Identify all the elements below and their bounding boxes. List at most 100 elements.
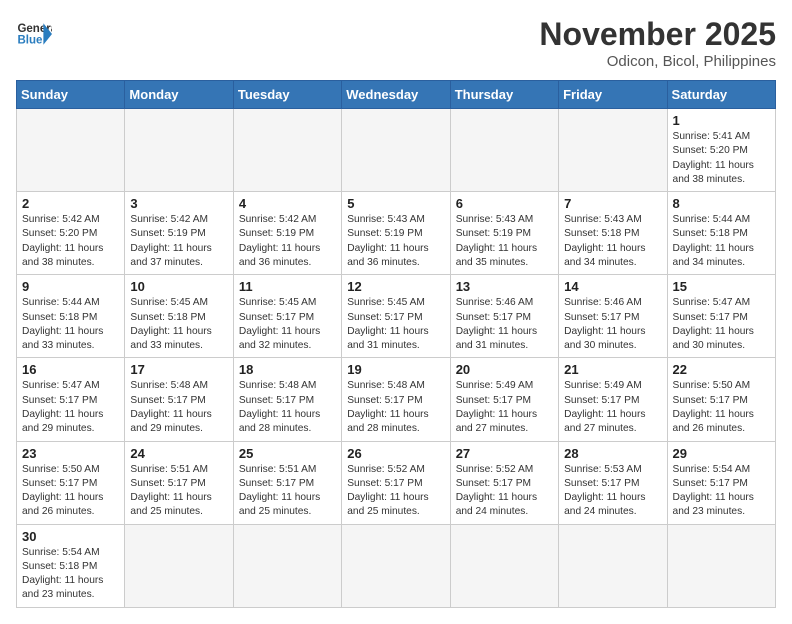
day-number: 4 xyxy=(239,196,336,211)
day-info: Sunrise: 5:46 AM Sunset: 5:17 PM Dayligh… xyxy=(564,296,661,353)
calendar-day-cell: 6Sunrise: 5:43 AM Sunset: 5:19 PM Daylig… xyxy=(450,192,558,275)
day-number: 8 xyxy=(673,196,770,211)
day-number: 7 xyxy=(564,196,661,211)
day-info: Sunrise: 5:47 AM Sunset: 5:17 PM Dayligh… xyxy=(673,296,770,353)
calendar-day-cell: 22Sunrise: 5:50 AM Sunset: 5:17 PM Dayli… xyxy=(667,358,775,441)
day-info: Sunrise: 5:48 AM Sunset: 5:17 PM Dayligh… xyxy=(347,379,444,436)
title-area: November 2025 Odicon, Bicol, Philippines xyxy=(539,16,776,70)
day-number: 28 xyxy=(564,446,661,461)
day-info: Sunrise: 5:50 AM Sunset: 5:17 PM Dayligh… xyxy=(22,463,119,520)
day-number: 29 xyxy=(673,446,770,461)
col-thursday: Thursday xyxy=(450,81,558,109)
calendar-day-cell: 23 Sunrise: 5:50 AM Sunset: 5:17 PM Dayli… xyxy=(17,441,125,524)
day-info: Sunrise: 5:42 AM Sunset: 5:20 PM Dayligh… xyxy=(22,213,119,270)
calendar-day-cell: 20Sunrise: 5:49 AM Sunset: 5:17 PM Dayli… xyxy=(450,358,558,441)
col-friday: Friday xyxy=(559,81,667,109)
day-number: 24 xyxy=(130,446,227,461)
calendar-day-cell: 17 Sunrise: 5:48 AM Sunset: 5:17 PM Dayli… xyxy=(125,358,233,441)
calendar-day-cell xyxy=(559,524,667,607)
calendar-day-cell: 11 Sunrise: 5:45 AM Sunset: 5:17 PM Dayli… xyxy=(233,275,341,358)
calendar-day-cell xyxy=(559,109,667,192)
col-saturday: Saturday xyxy=(667,81,775,109)
calendar-day-cell: 4 Sunrise: 5:42 AM Sunset: 5:19 PM Daylig… xyxy=(233,192,341,275)
day-number: 5 xyxy=(347,196,444,211)
day-info: Sunrise: 5:42 AM Sunset: 5:19 PM Dayligh… xyxy=(239,213,336,270)
calendar-day-cell: 30 Sunrise: 5:54 AM Sunset: 5:18 PM Dayli… xyxy=(17,524,125,607)
calendar-day-cell: 29 Sunrise: 5:54 AM Sunset: 5:17 PM Dayli… xyxy=(667,441,775,524)
calendar-day-cell xyxy=(450,109,558,192)
calendar-week-row: 1Sunrise: 5:41 AM Sunset: 5:20 PM Daylig… xyxy=(17,109,776,192)
calendar-day-cell: 1Sunrise: 5:41 AM Sunset: 5:20 PM Daylig… xyxy=(667,109,775,192)
day-info: Sunrise: 5:41 AM Sunset: 5:20 PM Dayligh… xyxy=(673,130,770,187)
calendar-day-cell xyxy=(450,524,558,607)
day-number: 22 xyxy=(673,362,770,377)
day-info: Sunrise: 5:44 AM Sunset: 5:18 PM Dayligh… xyxy=(22,296,119,353)
logo-icon: General Blue xyxy=(16,16,52,52)
day-number: 14 xyxy=(564,279,661,294)
calendar-day-cell xyxy=(667,524,775,607)
calendar-day-cell xyxy=(17,109,125,192)
calendar-day-cell: 21 Sunrise: 5:49 AM Sunset: 5:17 PM Dayli… xyxy=(559,358,667,441)
day-info: Sunrise: 5:49 AM Sunset: 5:17 PM Dayligh… xyxy=(456,379,553,436)
day-info: Sunrise: 5:42 AM Sunset: 5:19 PM Dayligh… xyxy=(130,213,227,270)
calendar-day-cell: 3Sunrise: 5:42 AM Sunset: 5:19 PM Daylig… xyxy=(125,192,233,275)
calendar-day-cell: 24 Sunrise: 5:51 AM Sunset: 5:17 PM Dayli… xyxy=(125,441,233,524)
calendar-day-cell: 25Sunrise: 5:51 AM Sunset: 5:17 PM Dayli… xyxy=(233,441,341,524)
calendar-day-cell: 14 Sunrise: 5:46 AM Sunset: 5:17 PM Dayli… xyxy=(559,275,667,358)
day-number: 10 xyxy=(130,279,227,294)
page-header: General Blue November 2025 Odicon, Bicol… xyxy=(16,16,776,70)
day-number: 30 xyxy=(22,529,119,544)
day-info: Sunrise: 5:46 AM Sunset: 5:17 PM Dayligh… xyxy=(456,296,553,353)
calendar-day-cell: 7Sunrise: 5:43 AM Sunset: 5:18 PM Daylig… xyxy=(559,192,667,275)
day-number: 19 xyxy=(347,362,444,377)
day-number: 2 xyxy=(22,196,119,211)
calendar-day-cell: 12 Sunrise: 5:45 AM Sunset: 5:17 PM Dayli… xyxy=(342,275,450,358)
day-info: Sunrise: 5:51 AM Sunset: 5:17 PM Dayligh… xyxy=(130,463,227,520)
calendar-day-cell xyxy=(233,524,341,607)
day-number: 21 xyxy=(564,362,661,377)
day-info: Sunrise: 5:54 AM Sunset: 5:18 PM Dayligh… xyxy=(22,546,119,603)
calendar-header-row: Sunday Monday Tuesday Wednesday Thursday… xyxy=(17,81,776,109)
day-info: Sunrise: 5:45 AM Sunset: 5:18 PM Dayligh… xyxy=(130,296,227,353)
calendar-week-row: 2 Sunrise: 5:42 AM Sunset: 5:20 PM Daylig… xyxy=(17,192,776,275)
day-info: Sunrise: 5:54 AM Sunset: 5:17 PM Dayligh… xyxy=(673,463,770,520)
day-number: 23 xyxy=(22,446,119,461)
calendar-day-cell: 28Sunrise: 5:53 AM Sunset: 5:17 PM Dayli… xyxy=(559,441,667,524)
calendar-table: Sunday Monday Tuesday Wednesday Thursday… xyxy=(16,80,776,608)
logo: General Blue xyxy=(16,16,52,52)
day-info: Sunrise: 5:48 AM Sunset: 5:17 PM Dayligh… xyxy=(239,379,336,436)
calendar-week-row: 16Sunrise: 5:47 AM Sunset: 5:17 PM Dayli… xyxy=(17,358,776,441)
day-number: 18 xyxy=(239,362,336,377)
day-info: Sunrise: 5:43 AM Sunset: 5:19 PM Dayligh… xyxy=(347,213,444,270)
day-number: 27 xyxy=(456,446,553,461)
day-number: 12 xyxy=(347,279,444,294)
calendar-day-cell xyxy=(125,109,233,192)
col-wednesday: Wednesday xyxy=(342,81,450,109)
calendar-week-row: 23 Sunrise: 5:50 AM Sunset: 5:17 PM Dayli… xyxy=(17,441,776,524)
day-number: 17 xyxy=(130,362,227,377)
day-number: 15 xyxy=(673,279,770,294)
day-number: 9 xyxy=(22,279,119,294)
day-info: Sunrise: 5:48 AM Sunset: 5:17 PM Dayligh… xyxy=(130,379,227,436)
calendar-week-row: 30 Sunrise: 5:54 AM Sunset: 5:18 PM Dayli… xyxy=(17,524,776,607)
col-tuesday: Tuesday xyxy=(233,81,341,109)
calendar-day-cell xyxy=(233,109,341,192)
day-number: 11 xyxy=(239,279,336,294)
col-monday: Monday xyxy=(125,81,233,109)
svg-text:Blue: Blue xyxy=(17,34,43,46)
day-info: Sunrise: 5:49 AM Sunset: 5:17 PM Dayligh… xyxy=(564,379,661,436)
day-info: Sunrise: 5:45 AM Sunset: 5:17 PM Dayligh… xyxy=(347,296,444,353)
calendar-day-cell xyxy=(125,524,233,607)
day-info: Sunrise: 5:43 AM Sunset: 5:19 PM Dayligh… xyxy=(456,213,553,270)
day-number: 16 xyxy=(22,362,119,377)
day-number: 25 xyxy=(239,446,336,461)
day-info: Sunrise: 5:52 AM Sunset: 5:17 PM Dayligh… xyxy=(347,463,444,520)
day-info: Sunrise: 5:45 AM Sunset: 5:17 PM Dayligh… xyxy=(239,296,336,353)
col-sunday: Sunday xyxy=(17,81,125,109)
calendar-day-cell: 15 Sunrise: 5:47 AM Sunset: 5:17 PM Dayli… xyxy=(667,275,775,358)
calendar-day-cell: 5 Sunrise: 5:43 AM Sunset: 5:19 PM Daylig… xyxy=(342,192,450,275)
day-info: Sunrise: 5:44 AM Sunset: 5:18 PM Dayligh… xyxy=(673,213,770,270)
day-number: 13 xyxy=(456,279,553,294)
calendar-day-cell xyxy=(342,109,450,192)
calendar-day-cell: 16Sunrise: 5:47 AM Sunset: 5:17 PM Dayli… xyxy=(17,358,125,441)
